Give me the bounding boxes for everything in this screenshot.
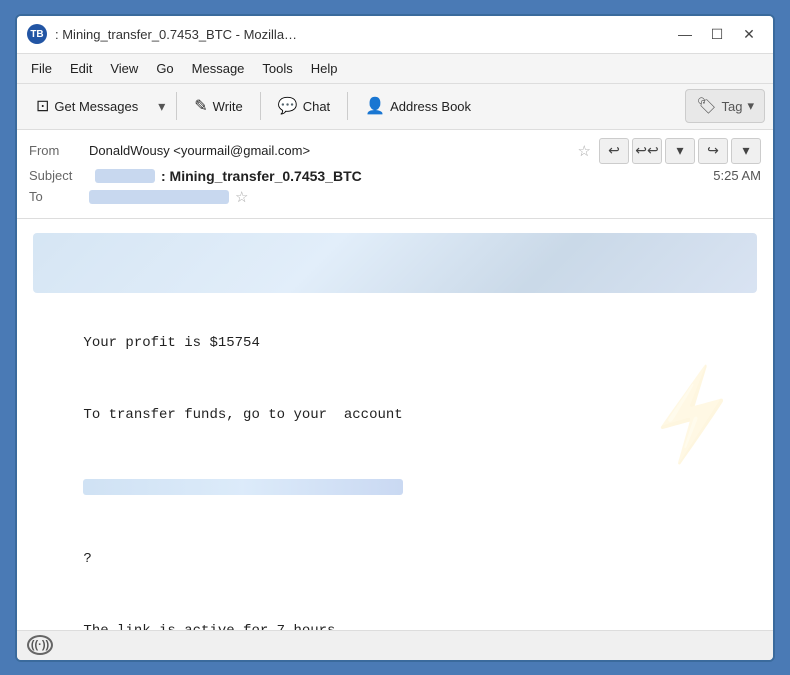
address-book-label: Address Book xyxy=(390,99,471,114)
get-messages-label: Get Messages xyxy=(54,99,138,114)
subject-value: : Mining_transfer_0.7453_BTC xyxy=(161,168,362,184)
reply-button[interactable]: ↩ xyxy=(599,138,629,164)
window-title: : Mining_transfer_0.7453_BTC - Mozilla… xyxy=(55,27,671,42)
to-row: To ☆ xyxy=(29,188,761,206)
forward-button[interactable]: ↪ xyxy=(698,138,728,164)
menu-view[interactable]: View xyxy=(102,58,146,79)
reply-all-button[interactable]: ↩↩ xyxy=(632,138,662,164)
toolbar-sep-3 xyxy=(347,92,348,120)
address-book-icon: 👤 xyxy=(365,96,385,116)
from-row: From DonaldWousy <yourmail@gmail.com> ☆ … xyxy=(29,138,761,164)
from-star-icon[interactable]: ☆ xyxy=(578,142,591,160)
email-time: 5:25 AM xyxy=(713,168,761,183)
to-redacted xyxy=(89,190,229,204)
subject-label: Subject xyxy=(29,168,89,183)
menu-file[interactable]: File xyxy=(23,58,60,79)
app-icon: TB xyxy=(27,24,47,44)
toolbar-sep-2 xyxy=(260,92,261,120)
title-bar: TB : Mining_transfer_0.7453_BTC - Mozill… xyxy=(17,16,773,54)
more-dropdown-button[interactable]: ▾ xyxy=(665,138,695,164)
body-text: Your profit is $15754 To transfer funds,… xyxy=(33,309,757,630)
body-line2: To transfer funds, go to your account xyxy=(83,407,402,423)
chat-button[interactable]: 💬 Chat xyxy=(267,89,341,123)
email-body: ⚡ Your profit is $15754 To transfer fund… xyxy=(17,219,773,630)
email-header: From DonaldWousy <yourmail@gmail.com> ☆ … xyxy=(17,130,773,219)
toolbar-sep-1 xyxy=(176,92,177,120)
from-label: From xyxy=(29,143,89,158)
get-messages-dropdown[interactable]: ▾ xyxy=(153,89,170,123)
write-label: Write xyxy=(213,99,243,114)
chat-icon: 💬 xyxy=(278,96,298,116)
menu-bar: File Edit View Go Message Tools Help xyxy=(17,54,773,84)
address-book-button[interactable]: 👤 Address Book xyxy=(354,89,482,123)
window-controls: — ☐ ✕ xyxy=(671,23,763,45)
subject-row: Subject : Mining_transfer_0.7453_BTC 5:2… xyxy=(29,168,761,184)
to-label: To xyxy=(29,189,89,204)
get-messages-icon: ⊡ xyxy=(36,96,49,116)
status-icon-label: ((·)) xyxy=(31,639,49,651)
blurred-inline-link xyxy=(83,479,403,495)
menu-go[interactable]: Go xyxy=(148,58,181,79)
maximize-button[interactable]: ☐ xyxy=(703,23,731,45)
blurred-block-top xyxy=(33,233,757,293)
tag-icon: 🏷 xyxy=(696,96,716,116)
body-line1: Your profit is $15754 xyxy=(83,335,259,351)
minimize-button[interactable]: — xyxy=(671,23,699,45)
subject-redacted xyxy=(95,169,155,183)
chat-label: Chat xyxy=(303,99,330,114)
tag-dropdown-icon: ▾ xyxy=(747,98,754,114)
menu-tools[interactable]: Tools xyxy=(254,58,300,79)
status-bar: ((·)) xyxy=(17,630,773,660)
email-action-buttons: ↩ ↩↩ ▾ ↪ ▾ xyxy=(599,138,761,164)
main-window: TB : Mining_transfer_0.7453_BTC - Mozill… xyxy=(15,14,775,662)
tag-label: Tag xyxy=(722,99,743,114)
actions-dropdown-button[interactable]: ▾ xyxy=(731,138,761,164)
connection-status-icon: ((·)) xyxy=(27,635,53,655)
to-star-icon[interactable]: ☆ xyxy=(235,188,248,206)
menu-edit[interactable]: Edit xyxy=(62,58,100,79)
close-button[interactable]: ✕ xyxy=(735,23,763,45)
toolbar: ⊡ Get Messages ▾ ✎ Write 💬 Chat 👤 Addres… xyxy=(17,84,773,130)
body-line5: The link is active for 7 hours xyxy=(83,623,335,630)
menu-help[interactable]: Help xyxy=(303,58,346,79)
write-button[interactable]: ✎ Write xyxy=(183,89,254,123)
from-value: DonaldWousy <yourmail@gmail.com> xyxy=(89,143,572,158)
get-messages-button[interactable]: ⊡ Get Messages xyxy=(25,89,149,123)
menu-message[interactable]: Message xyxy=(184,58,253,79)
tag-button[interactable]: 🏷 Tag ▾ xyxy=(685,89,765,123)
write-icon: ✎ xyxy=(194,96,207,116)
body-line4: ? xyxy=(83,551,91,567)
